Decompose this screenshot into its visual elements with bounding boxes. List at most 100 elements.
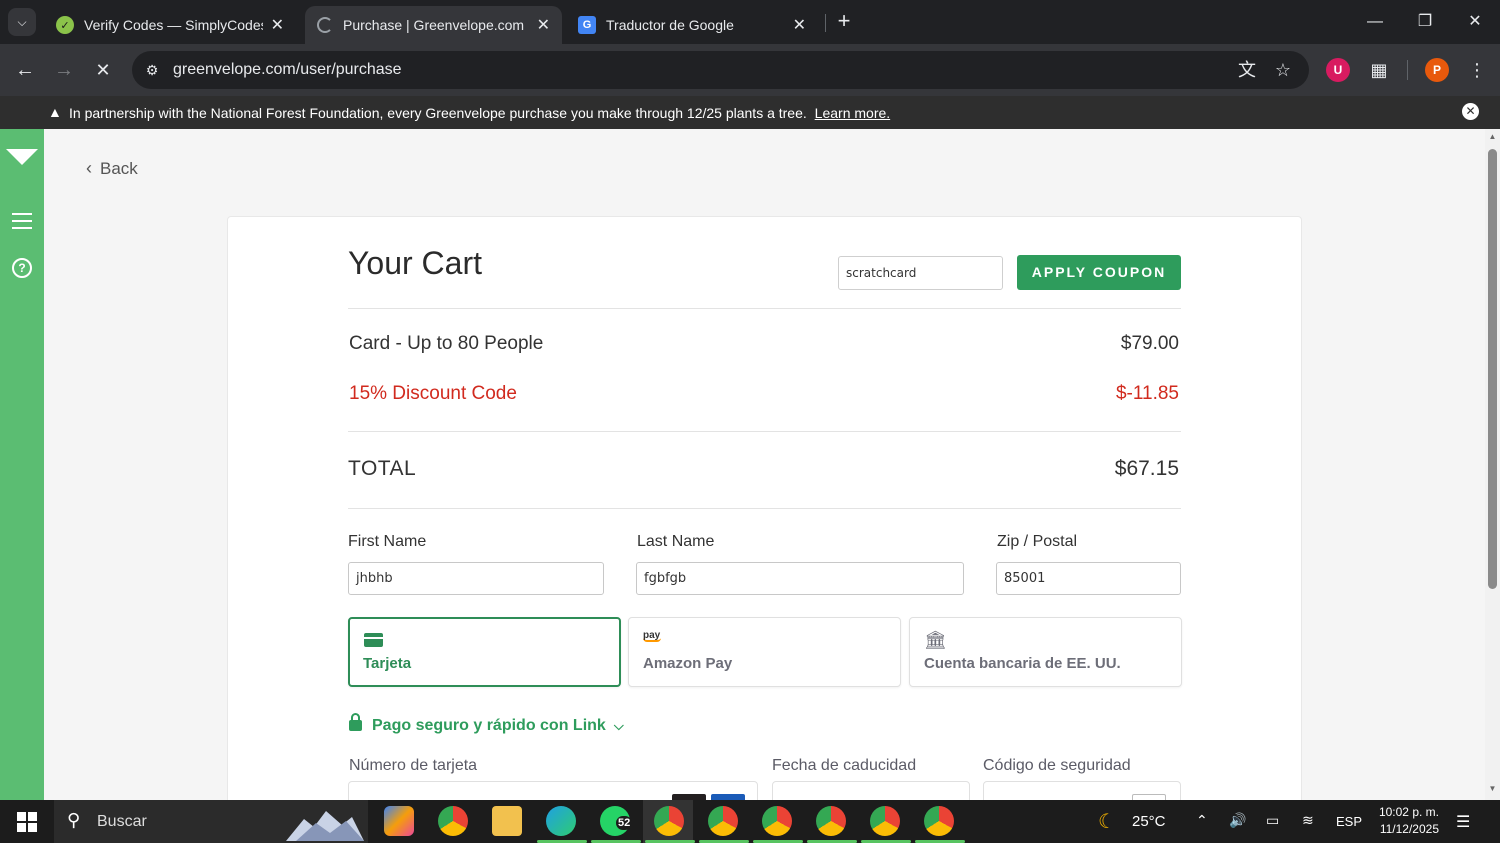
chrome-profile-c-icon[interactable] (762, 806, 792, 836)
system-clock[interactable]: 10:02 p. m. 11/12/2025 (1371, 804, 1439, 838)
back-arrow-icon[interactable]: ← (11, 56, 39, 84)
payment-option-bank[interactable]: 🏛 Cuenta bancaria de EE. UU. (909, 617, 1182, 687)
last-name-label: Last Name (637, 533, 715, 550)
file-explorer-icon[interactable] (492, 806, 522, 836)
bookmark-star-icon[interactable]: ☆ (1272, 59, 1294, 81)
minimize-button[interactable]: — (1350, 0, 1400, 44)
search-highlight-art (286, 811, 364, 841)
wifi-icon[interactable]: ≋ (1302, 812, 1314, 829)
close-banner-icon[interactable]: ✕ (1462, 103, 1479, 120)
browser-toolbar: ← → ✕ ⚙ greenvelope.com/user/purchase 文 … (0, 44, 1500, 96)
close-tab-icon[interactable]: ✕ (793, 15, 806, 35)
cart-card: Your Cart scratchcard APPLY COUPON Card … (227, 216, 1302, 800)
payment-option-amazon-pay[interactable]: pay Amazon Pay (628, 617, 901, 687)
divider (348, 431, 1181, 432)
chrome-profile-s-icon[interactable] (816, 806, 846, 836)
zip-input[interactable]: 85001 (996, 562, 1181, 595)
ublock-extension-icon[interactable]: U (1326, 58, 1350, 82)
learn-more-link[interactable]: Learn more. (815, 105, 890, 121)
windows-start-icon[interactable] (17, 812, 37, 832)
scroll-down-icon[interactable]: ▼ (1488, 784, 1497, 793)
volume-icon[interactable]: 🔊 (1229, 812, 1246, 829)
tab-greenvelope[interactable]: Purchase | Greenvelope.com ✕ (305, 6, 562, 44)
search-icon: ⚲ (67, 810, 81, 830)
tab-google-translate[interactable]: G Traductor de Google ✕ (566, 6, 818, 44)
close-tab-icon[interactable]: ✕ (537, 15, 550, 35)
total-amount: $67.15 (1114, 457, 1179, 480)
whatsapp-icon[interactable]: 52 (600, 806, 633, 836)
coupon-input[interactable]: scratchcard (838, 256, 1003, 290)
card-number-input[interactable] (348, 781, 758, 800)
page-scrollbar[interactable]: ▲ ▼ (1485, 129, 1500, 800)
copilot-icon[interactable] (384, 806, 414, 836)
apply-coupon-button[interactable]: APPLY COUPON (1017, 255, 1181, 290)
tab-simplycodes[interactable]: ✓ Verify Codes — SimplyCodes ✕ (44, 6, 296, 44)
cvc-label: Código de seguridad (983, 757, 1131, 774)
profile-avatar[interactable]: P (1425, 58, 1449, 82)
chevron-left-icon: ‹ (86, 158, 92, 178)
expiry-input[interactable] (772, 781, 970, 800)
first-name-label: First Name (348, 533, 427, 550)
zip-label: Zip / Postal (997, 533, 1078, 550)
more-menu-icon[interactable]: ⋮ (1463, 56, 1491, 84)
tray-overflow-icon[interactable]: ⌃ (1196, 812, 1208, 829)
scroll-up-icon[interactable]: ▲ (1488, 132, 1497, 141)
chevron-down-icon: ⌵ (613, 718, 624, 733)
tab-strip: ⌵ ✓ Verify Codes — SimplyCodes ✕ Purchas… (0, 0, 1500, 44)
banner-text: In partnership with the National Forest … (69, 105, 807, 121)
app-sidebar: ? (0, 129, 44, 800)
address-bar[interactable]: ⚙ greenvelope.com/user/purchase 文 ☆ (132, 51, 1309, 89)
site-info-icon[interactable]: ⚙ (142, 60, 162, 80)
chrome-icon[interactable] (438, 806, 468, 836)
tab-divider (825, 14, 826, 32)
back-link[interactable]: ‹ Back (86, 158, 138, 179)
chrome-profile-p-icon[interactable] (654, 806, 684, 836)
hamburger-menu-icon[interactable] (12, 213, 32, 234)
link-pay-toggle[interactable]: Pago seguro y rápido con Link ⌵ (349, 713, 624, 735)
windows-taskbar: ⚲ Buscar 52 ☾ 25°C ⌃ 🔊 ▭ ≋ ESP 10:02 p. … (0, 800, 1500, 843)
close-tab-icon[interactable]: ✕ (271, 15, 284, 35)
payment-option-card[interactable]: Tarjeta (348, 617, 621, 687)
tab-search-button[interactable]: ⌵ (8, 8, 36, 36)
google-translate-icon: G (578, 16, 596, 34)
chrome-profile-g-icon[interactable] (708, 806, 738, 836)
first-name-input[interactable]: jhbhb (348, 562, 604, 595)
line-item-label: Card - Up to 80 People (349, 333, 544, 354)
discount-label: 15% Discount Code (349, 383, 517, 404)
forward-arrow-icon[interactable]: → (50, 56, 78, 84)
chevron-down-icon: ⌵ (17, 14, 27, 29)
stop-loading-icon[interactable]: ✕ (89, 56, 117, 84)
loading-icon (317, 17, 333, 33)
credit-card-icon (364, 633, 383, 647)
scroll-thumb[interactable] (1488, 149, 1497, 589)
amazon-pay-icon: pay (643, 630, 661, 642)
url-text[interactable]: greenvelope.com/user/purchase (173, 61, 402, 79)
last-name-input[interactable]: fgbfgb (636, 562, 964, 595)
total-label: TOTAL (348, 457, 417, 480)
taskbar-search[interactable]: ⚲ Buscar (54, 800, 368, 843)
close-window-button[interactable]: ✕ (1450, 0, 1500, 44)
notifications-icon[interactable]: ☰ (1456, 812, 1470, 832)
weather-temperature[interactable]: 25°C (1132, 813, 1166, 830)
battery-icon[interactable]: ▭ (1266, 812, 1279, 829)
restore-button[interactable]: ❐ (1400, 0, 1450, 44)
divider (348, 308, 1181, 309)
lock-icon (349, 713, 362, 731)
page-title: Your Cart (348, 245, 482, 281)
promo-banner: ▲ In partnership with the National Fores… (0, 96, 1500, 129)
chrome-profile-at-icon[interactable] (870, 806, 900, 836)
cvc-input[interactable] (983, 781, 1181, 800)
tree-icon: ▲ (48, 104, 62, 120)
weather-moon-icon[interactable]: ☾ (1098, 809, 1116, 834)
extensions-puzzle-icon[interactable]: ▦ (1365, 56, 1393, 84)
new-tab-button[interactable]: + (832, 9, 856, 33)
help-icon[interactable]: ? (12, 258, 32, 278)
simplycodes-icon: ✓ (56, 16, 74, 34)
greenvelope-logo[interactable] (6, 149, 38, 165)
translate-icon[interactable]: 文 (1236, 59, 1258, 81)
edge-icon[interactable] (546, 806, 576, 836)
language-indicator[interactable]: ESP (1336, 814, 1362, 829)
card-number-label: Número de tarjeta (349, 757, 478, 774)
chrome-profile-c2-icon[interactable] (924, 806, 954, 836)
page-content: ? ‹ Back Your Cart scratchcard APPLY COUP… (0, 129, 1485, 800)
